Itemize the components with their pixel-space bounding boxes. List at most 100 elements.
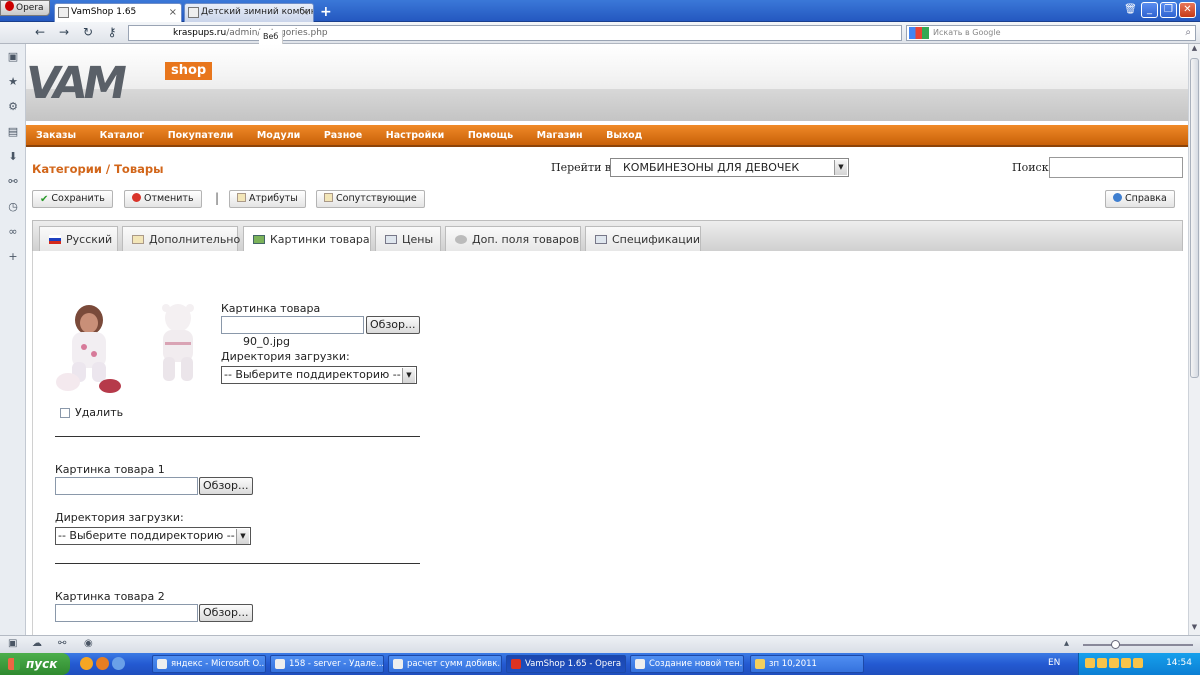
menu-item-misc[interactable]: Разное	[324, 125, 362, 147]
tab-extra-fields[interactable]: Доп. поля товаров	[445, 226, 581, 252]
menu-item-help[interactable]: Помощь	[468, 125, 513, 147]
menu-item-modules[interactable]: Модули	[257, 125, 300, 147]
menu-item-customers[interactable]: Покупатели	[168, 125, 234, 147]
menu-item-catalog[interactable]: Каталог	[100, 125, 145, 147]
url-field[interactable]: Веб kraspups.ru/admin/categories.php	[128, 25, 902, 44]
key-icon[interactable]: ⚷	[104, 25, 120, 39]
taskbar-item-opera[interactable]: VamShop 1.65 - Opera	[506, 655, 626, 673]
tab-prices[interactable]: Цены	[375, 226, 441, 252]
forward-icon[interactable]: →	[56, 25, 72, 39]
history-clock-icon[interactable]: ◷	[0, 194, 26, 219]
save-button[interactable]: ✔ Сохранить	[32, 190, 113, 208]
scroll-up-icon[interactable]: ▲	[1189, 44, 1200, 56]
chevron-down-icon[interactable]: ▼	[236, 529, 249, 544]
start-button[interactable]: пуск	[0, 653, 70, 675]
add-panel-icon[interactable]: +	[0, 244, 26, 269]
taskbar-item-outlook[interactable]: яндекс - Microsoft O...	[152, 655, 266, 673]
new-tab-icon[interactable]: +	[320, 4, 332, 20]
notes-icon[interactable]: ▤	[0, 119, 26, 144]
cancel-button[interactable]: Отменить	[124, 190, 202, 208]
panel-toggle-icon[interactable]: ▣	[0, 44, 26, 69]
google-search-input[interactable]: Искать в Google ⌕	[906, 25, 1196, 41]
turbo-icon[interactable]: ◉	[84, 638, 93, 649]
quick-launch-ie-icon[interactable]	[112, 657, 125, 670]
cancel-icon	[132, 193, 141, 202]
back-icon[interactable]: ←	[32, 25, 48, 39]
dir-select-value: -- Выберите поддиректорию --	[224, 368, 401, 381]
tray-icon-5[interactable]	[1133, 658, 1143, 668]
goto-category-select[interactable]: КОМБИНЕЗОНЫ ДЛЯ ДЕВОЧЕК ▼	[610, 158, 849, 177]
scrollbar-thumb[interactable]	[1190, 58, 1199, 378]
menu-item-logout[interactable]: Выход	[606, 125, 642, 147]
downloads-icon[interactable]: ⬇	[0, 144, 26, 169]
taskbar-item-excel[interactable]: расчет сумм добивк...	[388, 655, 502, 673]
image2-browse-button[interactable]: Обзор...	[199, 604, 253, 622]
taskbar-item-remote[interactable]: 158 - server - Удале...	[270, 655, 384, 673]
help-button[interactable]: Справка	[1105, 190, 1175, 208]
browser-tab-vamshop[interactable]: VamShop 1.65 ×	[54, 3, 182, 22]
delete-image-checkbox[interactable]	[60, 408, 70, 418]
search-icon[interactable]: ⌕	[1185, 26, 1191, 40]
cloud-icon[interactable]: ☁	[32, 638, 42, 649]
quick-launch-firefox-icon[interactable]	[96, 657, 109, 670]
trash-icon[interactable]: 🗑	[1122, 3, 1139, 19]
language-indicator[interactable]: EN	[1048, 658, 1060, 668]
menu-item-shop[interactable]: Магазин	[537, 125, 583, 147]
main-upload-dir-select[interactable]: -- Выберите поддиректорию -- ▼	[221, 366, 417, 384]
tab-specifications[interactable]: Спецификации	[585, 226, 701, 252]
close-window-icon[interactable]: ✕	[1179, 2, 1196, 18]
image1-browse-button[interactable]: Обзор...	[199, 477, 253, 495]
close-tab-icon[interactable]: ×	[301, 4, 309, 21]
image2-file-input[interactable]	[55, 604, 198, 622]
image1-file-input[interactable]	[55, 477, 198, 495]
attributes-button[interactable]: Атрибуты	[229, 190, 306, 208]
tray-icon-3[interactable]	[1109, 658, 1119, 668]
opera-menu-button[interactable]: Opera	[0, 0, 50, 16]
minimize-icon[interactable]: _	[1141, 2, 1158, 18]
tab-additional[interactable]: Дополнительно	[122, 226, 240, 252]
tab-russian[interactable]: Русский	[39, 226, 118, 252]
web-badge[interactable]: Веб	[259, 30, 284, 44]
unite-icon[interactable]: ⚯	[58, 638, 66, 649]
zoom-slider[interactable]	[1083, 640, 1193, 649]
search-input[interactable]	[1049, 157, 1183, 178]
taskbar-item-ie[interactable]: Создание новой тен...	[630, 655, 744, 673]
header-stripe	[26, 89, 1188, 121]
main-image-browse-button[interactable]: Обзор...	[366, 316, 420, 334]
tray-icon-2[interactable]	[1097, 658, 1107, 668]
menu-item-settings[interactable]: Настройки	[386, 125, 445, 147]
settings-gear-icon[interactable]: ⚙	[0, 94, 26, 119]
tab-product-images[interactable]: Картинки товара	[243, 226, 371, 253]
reload-icon[interactable]: ↻	[80, 25, 96, 39]
taskbar-item-label: VamShop 1.65 - Opera	[525, 659, 622, 669]
scroll-down-icon[interactable]: ▼	[1189, 623, 1200, 635]
vamshop-logo[interactable]: VAM	[26, 58, 127, 109]
page-scrollbar[interactable]: ▲ ▼	[1188, 44, 1200, 635]
main-image-file-input[interactable]	[221, 316, 364, 334]
menu-item-orders[interactable]: Заказы	[36, 125, 76, 147]
related-button[interactable]: Сопутствующие	[316, 190, 425, 208]
additional-icon	[132, 235, 144, 244]
taskbar-item-folder[interactable]: зп 10,2011	[750, 655, 864, 673]
panel-icon[interactable]: ▣	[8, 638, 17, 649]
chevron-down-icon[interactable]: ▼	[834, 160, 847, 175]
close-tab-icon[interactable]: ×	[169, 4, 177, 21]
browser-tab-product[interactable]: Детский зимний комбин... ×	[184, 3, 314, 22]
clock: 14:54	[1166, 658, 1192, 668]
maximize-icon[interactable]: ❐	[1160, 2, 1177, 18]
links-icon[interactable]: ⚯	[0, 169, 26, 194]
quick-launch-opera-icon[interactable]	[80, 657, 93, 670]
goto-selected-value: КОМБИНЕЗОНЫ ДЛЯ ДЕВОЧЕК	[623, 161, 800, 174]
browser-tab-bar: Opera VamShop 1.65 × Детский зимний комб…	[0, 0, 1200, 22]
zoom-slider-knob[interactable]	[1111, 640, 1120, 649]
chevron-down-icon[interactable]: ▼	[402, 368, 415, 383]
image1-upload-dir-select[interactable]: -- Выберите поддиректорию -- ▼	[55, 527, 251, 545]
tray-icon-1[interactable]	[1085, 658, 1095, 668]
browser-status-bar: ▣ ☁ ⚯ ◉ ▴	[0, 635, 1200, 653]
taskbar-item-label: Создание новой тен...	[649, 659, 744, 669]
bookmarks-star-icon[interactable]: ★	[0, 69, 26, 94]
widgets-icon[interactable]: ∞	[0, 219, 26, 244]
tray-icon-4[interactable]	[1121, 658, 1131, 668]
zoom-up-icon[interactable]: ▴	[1064, 638, 1069, 649]
current-file-name: 90_0.jpg	[243, 335, 291, 348]
